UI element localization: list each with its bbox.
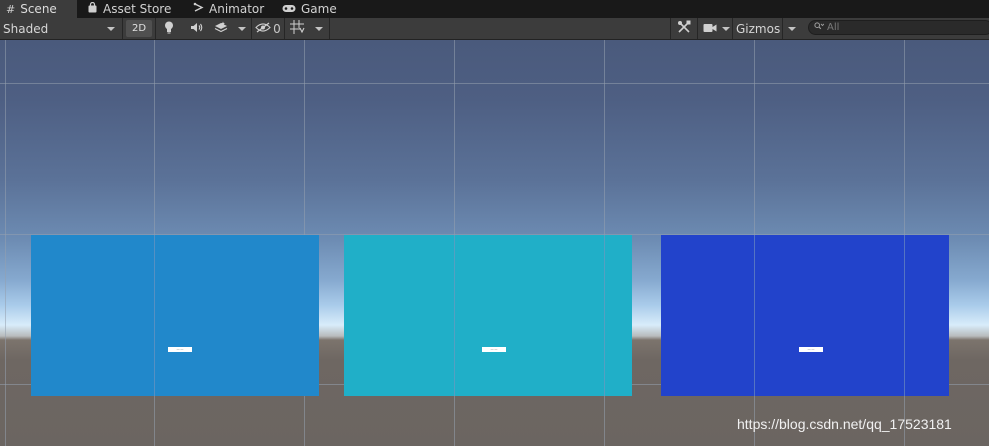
speaker-icon (190, 22, 203, 36)
camera-settings-button[interactable] (700, 18, 720, 39)
grid-line (904, 235, 905, 396)
tab-animator[interactable]: Animator (190, 0, 272, 18)
hidden-object-count: 0 (273, 21, 281, 36)
shading-mode-dropdown[interactable]: Shaded (0, 18, 121, 39)
chevron-down-icon (788, 27, 796, 31)
search-input[interactable] (827, 22, 977, 33)
toolbar-divider (122, 18, 123, 39)
chevron-down-icon (238, 26, 246, 31)
panel-text-label: —·— (168, 347, 192, 352)
ui-panel-blue[interactable]: —·— (31, 235, 319, 396)
unity-scene-window: # Scene Asset Store Animator Game Shaded (0, 0, 989, 446)
toolbar-divider (782, 18, 783, 39)
toolbar-divider (329, 18, 330, 39)
grid-snap-icon (289, 20, 305, 37)
grid-snapping-toggle[interactable] (286, 18, 308, 39)
hash-grid-icon: # (6, 2, 16, 16)
tab-label: Animator (209, 2, 265, 16)
tab-game[interactable]: Game (281, 0, 351, 18)
scene-toolbar: Shaded 2D 0 Gizmos All (0, 18, 989, 40)
lighting-toggle-button[interactable] (158, 18, 180, 39)
effects-dropdown[interactable] (234, 18, 250, 39)
toolbar-divider (155, 18, 156, 39)
gizmos-label: Gizmos (736, 21, 781, 36)
camera-dropdown[interactable] (719, 18, 732, 39)
watermark-url: https://blog.csdn.net/qq_17523181 (737, 416, 952, 432)
grid-line (754, 235, 755, 396)
grid-line (604, 235, 605, 396)
chevron-down-icon (315, 26, 323, 31)
panel-text-label: —·— (799, 347, 823, 352)
wrench-tools-icon (677, 20, 691, 37)
gizmos-dropdown[interactable]: Gizmos (733, 18, 801, 39)
chevron-down-icon (107, 27, 115, 31)
layers-effects-icon (214, 21, 228, 36)
gamepad-icon (282, 3, 296, 16)
grid-line (0, 83, 989, 84)
scene-viewport[interactable]: —·— —·— —·— https://blog.csdn.net/qq_175… (0, 40, 989, 446)
tab-bar: # Scene Asset Store Animator Game (0, 0, 989, 18)
ui-panel-cyan[interactable]: —·— (344, 235, 632, 396)
grid-dropdown[interactable] (310, 18, 328, 39)
scene-visibility-toggle[interactable] (254, 18, 272, 39)
toolbar-divider (284, 18, 285, 39)
tab-label: Game (301, 2, 337, 16)
animator-icon (193, 2, 204, 16)
search-icon (814, 22, 825, 33)
effects-toggle-button[interactable] (209, 18, 233, 39)
tab-scene[interactable]: # Scene (0, 0, 77, 18)
tab-label: Asset Store (103, 2, 172, 16)
audio-toggle-button[interactable] (185, 18, 207, 39)
hierarchy-search[interactable] (808, 20, 989, 35)
toolbar-divider (670, 18, 671, 39)
toolbar-divider (697, 18, 698, 39)
chevron-down-icon (721, 26, 730, 31)
grid-line (454, 235, 455, 396)
grid-line (5, 40, 6, 446)
panel-text-label: —·— (482, 347, 506, 352)
component-tools-button[interactable] (672, 18, 696, 39)
lightbulb-icon (164, 21, 174, 37)
shopping-bag-icon (87, 1, 98, 16)
shading-mode-label: Shaded (3, 21, 49, 36)
ui-panel-indigo[interactable]: —·— (661, 235, 949, 396)
hidden-eye-icon (255, 22, 271, 36)
tab-label: Scene (20, 2, 57, 16)
toolbar-divider (251, 18, 252, 39)
grid-line (154, 235, 155, 396)
tab-asset-store[interactable]: Asset Store (84, 0, 182, 18)
toggle-2d-button[interactable]: 2D (126, 20, 152, 37)
video-camera-icon (703, 22, 717, 36)
